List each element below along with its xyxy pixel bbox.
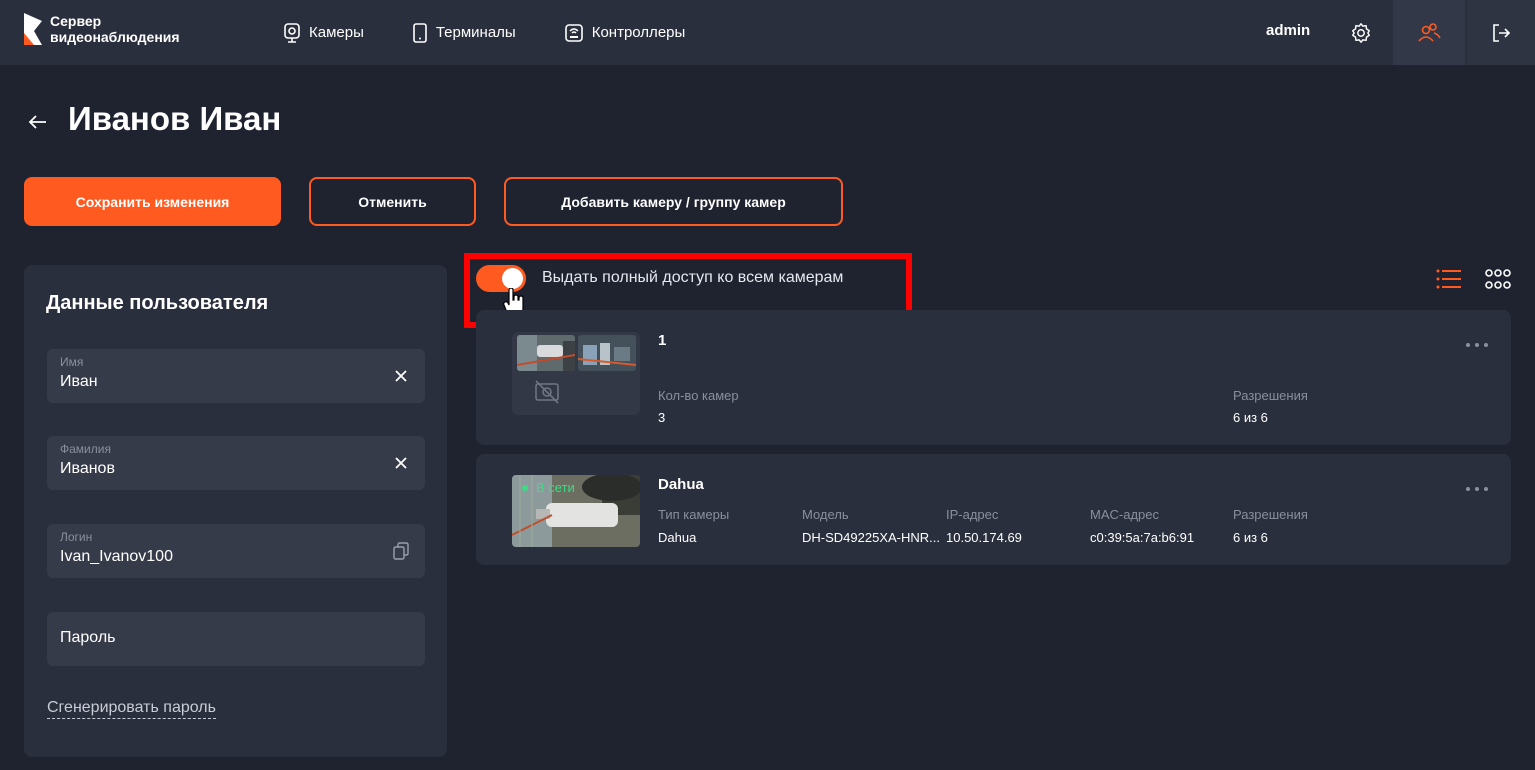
online-status: В сети	[522, 480, 575, 495]
nav-label-controllers: Контроллеры	[591, 24, 686, 41]
permissions-value: 6 из 6	[1233, 530, 1268, 545]
logo-icon	[24, 13, 42, 45]
nav-item-controllers[interactable]: Контроллеры	[564, 23, 686, 43]
first-name-field[interactable]: Имя Иван	[47, 349, 425, 403]
users-icon	[1418, 22, 1441, 42]
page-title: Иванов Иван	[68, 100, 282, 137]
last-name-label: Фамилия	[60, 442, 111, 456]
camera-type-value: Dahua	[658, 530, 697, 545]
last-name-field[interactable]: Фамилия Иванов	[47, 436, 425, 490]
close-icon	[395, 457, 407, 469]
panel-title: Данные пользователя	[46, 292, 269, 314]
password-field[interactable]: Пароль	[47, 612, 425, 666]
more-options-icon[interactable]	[1465, 484, 1489, 494]
first-name-label: Имя	[60, 355, 84, 369]
password-placeholder: Пароль	[60, 629, 116, 646]
close-icon	[395, 370, 407, 382]
login-label: Логин	[60, 530, 93, 544]
mac-label: MAC-адрес	[1090, 507, 1159, 522]
first-name-value: Иван	[60, 373, 98, 390]
camera-preview	[517, 335, 575, 371]
grid-view-icon[interactable]	[1485, 268, 1511, 290]
cancel-button[interactable]: Отменить	[309, 177, 476, 226]
ip-value: 10.50.174.69	[946, 530, 1022, 545]
save-button[interactable]: Сохранить изменения	[24, 177, 281, 226]
add-camera-button[interactable]: Добавить камеру / группу камер	[504, 177, 843, 226]
main-nav: Камеры Терминалы Контроллеры	[283, 0, 733, 65]
camera-thumbnail: В сети	[512, 475, 640, 547]
login-field[interactable]: Логин Ivan_Ivanov100	[47, 524, 425, 578]
generate-password-link[interactable]: Сгенерировать пароль	[47, 699, 216, 719]
current-user[interactable]: admin	[1266, 22, 1310, 39]
camera-type-label: Тип камеры	[658, 507, 730, 522]
nav-label-cameras: Камеры	[309, 24, 364, 41]
camera-group-card[interactable]: 1 Кол-во камер 3 Разрешения 6 из 6	[476, 310, 1511, 445]
nav-item-cameras[interactable]: Камеры	[283, 22, 364, 43]
permissions-value: 6 из 6	[1233, 410, 1268, 425]
ip-label: IP-адрес	[946, 507, 999, 522]
login-value: Ivan_Ivanov100	[60, 548, 173, 565]
status-dot	[522, 484, 528, 491]
list-view-icon[interactable]	[1436, 268, 1462, 290]
clear-first-name-button[interactable]	[391, 366, 411, 386]
tablet-icon	[413, 22, 427, 43]
camera-count-label: Кол-во камер	[658, 388, 739, 403]
users-button[interactable]	[1393, 0, 1465, 65]
clear-last-name-button[interactable]	[391, 453, 411, 473]
camera-preview	[578, 335, 636, 371]
nav-label-terminals: Терминалы	[435, 24, 516, 41]
logo-line-2: видеонаблюдения	[50, 29, 180, 45]
last-name-value: Иванов	[60, 460, 115, 477]
group-thumbnail	[512, 332, 640, 415]
group-name: 1	[658, 332, 667, 349]
logo-text: Сервер видеонаблюдения	[50, 13, 180, 45]
top-bar: Сервер видеонаблюдения Камеры Терминалы	[0, 0, 1535, 65]
logout-icon	[1493, 23, 1511, 42]
logo[interactable]: Сервер видеонаблюдения	[22, 11, 180, 47]
model-label: Модель	[802, 507, 849, 522]
more-options-icon[interactable]	[1465, 340, 1489, 350]
logo-line-1: Сервер	[50, 13, 102, 29]
status-label: В сети	[536, 480, 575, 495]
model-value: DH-SD49225XA-HNR...	[802, 530, 940, 545]
back-arrow-icon[interactable]	[26, 110, 50, 134]
permissions-label: Разрешения	[1233, 507, 1308, 522]
permissions-label: Разрешения	[1233, 388, 1308, 403]
settings-button[interactable]	[1325, 0, 1397, 65]
user-data-panel: Данные пользователя Имя Иван Фамилия Ива…	[24, 265, 447, 757]
controller-icon	[564, 23, 583, 42]
logout-button[interactable]	[1467, 0, 1535, 65]
camera-icon	[284, 22, 300, 43]
camera-name: Dahua	[658, 476, 704, 493]
camera-card[interactable]: В сети Dahua Тип камеры Dahua Модель DH-…	[476, 454, 1511, 565]
no-image-icon	[535, 380, 559, 404]
mac-value: c0:39:5a:7a:b6:91	[1090, 530, 1195, 545]
copy-login-button[interactable]	[391, 541, 411, 561]
copy-icon	[393, 542, 409, 560]
gear-icon	[1352, 22, 1370, 43]
nav-item-terminals[interactable]: Терминалы	[412, 22, 516, 43]
camera-count-value: 3	[658, 410, 666, 425]
